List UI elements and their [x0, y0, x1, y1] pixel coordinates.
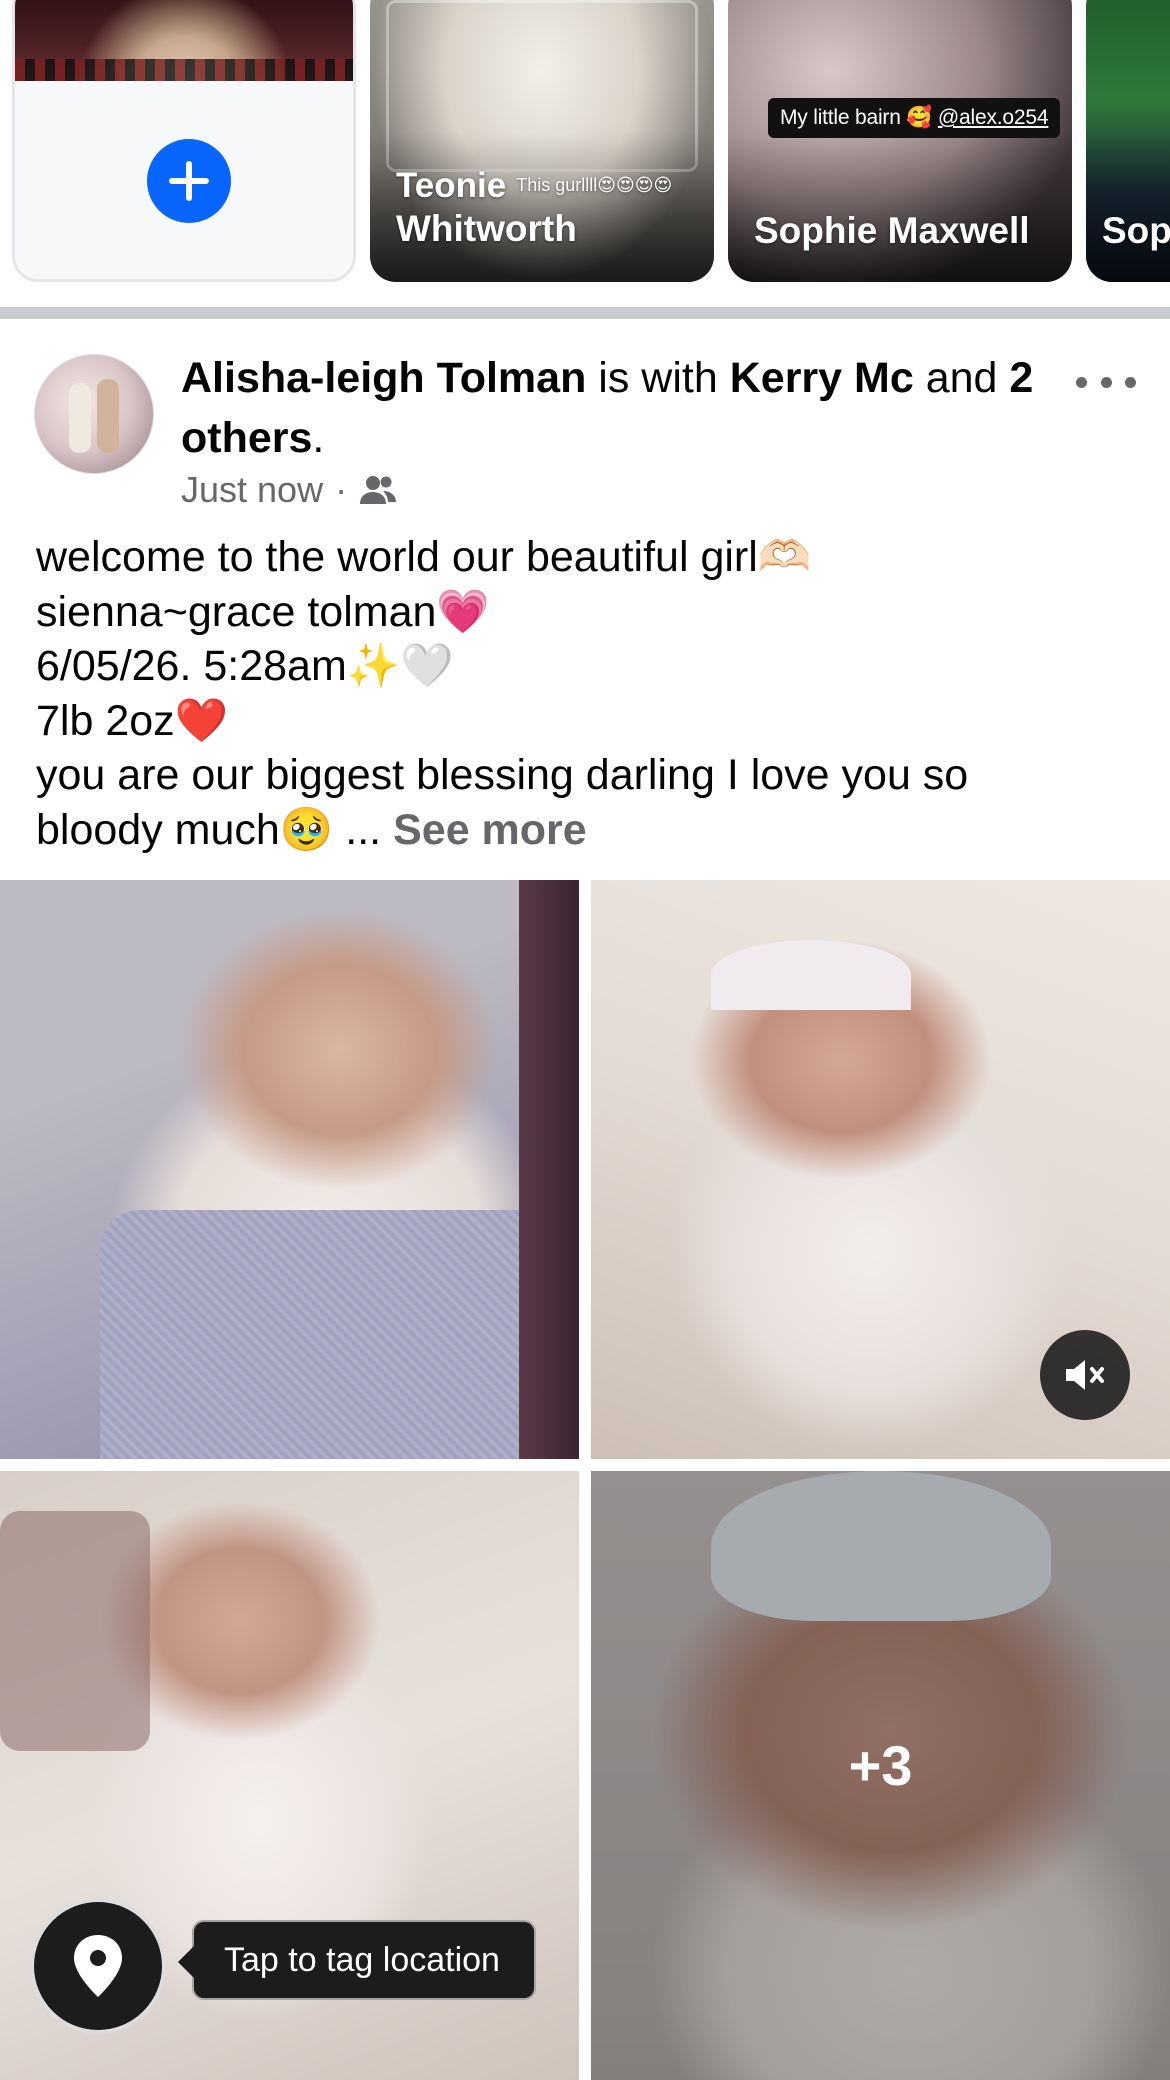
meta-separator: · [335, 469, 348, 510]
more-photos-count: +3 [848, 1734, 913, 1797]
photo-4-more[interactable]: +3 [591, 1471, 1170, 2080]
post-text-last-line: bloody much🥹 ... See more [36, 805, 587, 854]
post-text-line: welcome to the world our beautiful girl🫶… [36, 533, 812, 581]
story-caption: Teonie This gurllll😍😍😍😍 [396, 166, 672, 206]
story-name: Sop [1102, 210, 1170, 251]
friends-icon[interactable] [359, 474, 397, 506]
stories-tray: Create story Teonie This gurllll😍😍😍😍 Whit… [0, 0, 1170, 282]
post-text-line: you are our biggest blessing darling I l… [36, 751, 969, 799]
author-name[interactable]: Alisha-leigh Tolman [181, 354, 586, 402]
story-overlay-text: This gurllll😍😍😍😍 [516, 175, 673, 195]
section-divider [0, 307, 1170, 319]
story-card-teonie[interactable]: Teonie This gurllll😍😍😍😍 Whitworth [370, 0, 714, 282]
story-name-last: Whitworth [396, 208, 577, 249]
media-grid: +3 [0, 880, 1170, 2080]
post-text-line: sienna~grace tolman💗 [36, 587, 490, 636]
post-timestamp[interactable]: Just now [181, 466, 323, 514]
speaker-muted-icon[interactable] [1040, 1330, 1130, 1420]
post-text-line: 7lb 2oz❤️ [36, 696, 229, 745]
tagged-person[interactable]: Kerry Mc [730, 354, 914, 402]
post-body: welcome to the world our beautiful girl🫶… [36, 530, 1146, 857]
create-story-label: Create story [15, 271, 353, 279]
location-pin-icon[interactable] [30, 1898, 166, 2034]
story-name: Sophie Maxwell [754, 210, 1030, 251]
profile-photo-thumbnail [15, 0, 353, 81]
see-more-link[interactable]: See more [393, 806, 587, 854]
create-story-body: Create story [15, 81, 353, 279]
plus-icon[interactable] [141, 133, 237, 229]
story-name-first: Teonie [396, 166, 507, 205]
avatar[interactable] [34, 354, 154, 474]
post-meta: Just now · [181, 466, 397, 514]
post-text-line: 6/05/26. 5:28am✨🤍 [36, 642, 454, 690]
tag-location-tooltip[interactable]: Tap to tag location [178, 1920, 536, 2000]
story-card-sophie[interactable]: My little bairn 🥰 @alex.o254 Sophie Maxw… [728, 0, 1072, 282]
mention-handle: @alex.o254 [937, 106, 1049, 129]
story-card-partial[interactable]: Sop [1086, 0, 1170, 282]
post-header-text: Alisha-leigh Tolman is with Kerry Mc and… [181, 354, 1034, 462]
photo-1[interactable] [0, 880, 579, 1459]
more-options-icon[interactable] [1076, 362, 1136, 402]
create-story-card[interactable]: Create story [12, 0, 356, 282]
